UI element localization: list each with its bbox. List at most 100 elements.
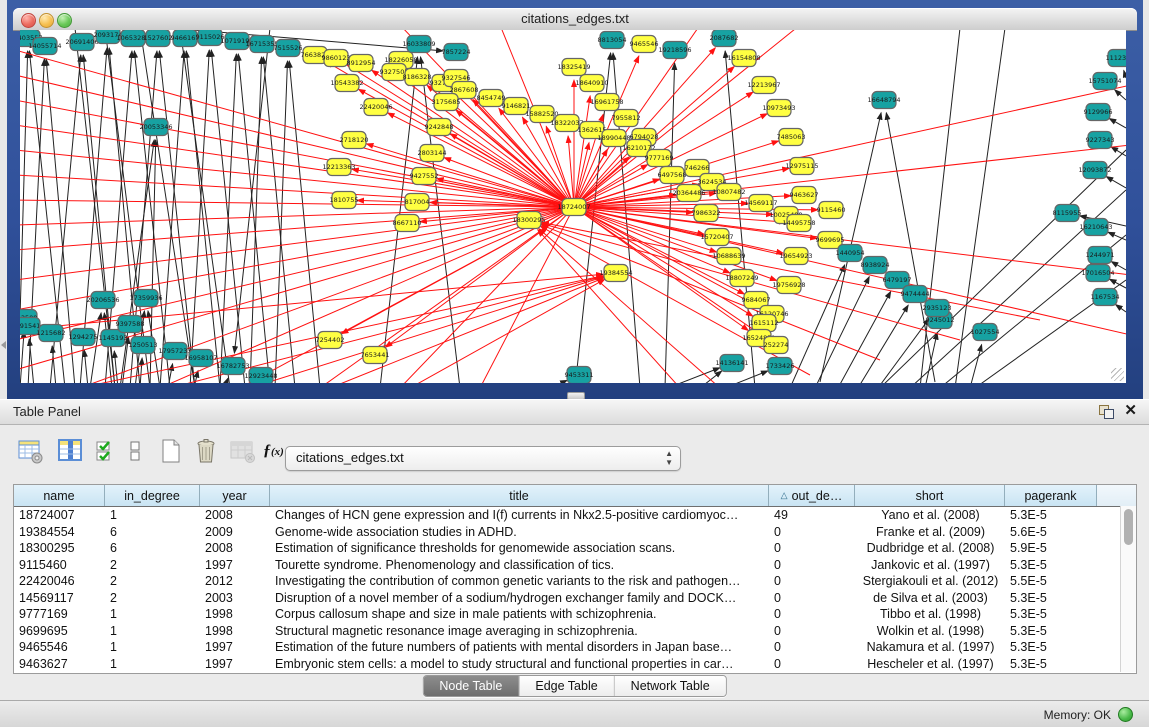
- table-row[interactable]: 1456911722003Disruption of a novel membe…: [14, 590, 1136, 607]
- table-cell[interactable]: Corpus callosum shape and size in male p…: [270, 606, 769, 623]
- table-cell[interactable]: 0: [769, 524, 855, 541]
- graph-node[interactable]: 7254402: [316, 332, 345, 349]
- graph-node[interactable]: 14136141: [715, 355, 748, 372]
- table-row[interactable]: 1938455462009Genome-wide association stu…: [14, 524, 1136, 541]
- table-cell[interactable]: 6: [105, 524, 200, 541]
- table-row[interactable]: 977716911998Corpus callosum shape and si…: [14, 606, 1136, 623]
- table-cell[interactable]: 2012: [200, 573, 270, 590]
- graph-node[interactable]: 1167534: [1091, 289, 1120, 306]
- graph-node[interactable]: 2935123: [923, 300, 952, 317]
- table-row[interactable]: 2242004622012Investigating the contribut…: [14, 573, 1136, 590]
- graph-node[interactable]: 17359936: [129, 290, 162, 307]
- graph-node[interactable]: 19654923: [779, 248, 812, 265]
- graph-node[interactable]: 2087682: [710, 30, 739, 47]
- graph-node[interactable]: 17016504: [1081, 265, 1114, 282]
- graph-node[interactable]: 15751074: [1088, 73, 1121, 90]
- table-cell[interactable]: 2003: [200, 590, 270, 607]
- graph-node[interactable]: 12213363: [322, 159, 355, 176]
- graph-node[interactable]: 10973493: [762, 100, 795, 117]
- graph-node[interactable]: 22420046: [359, 99, 392, 116]
- close-panel-icon[interactable]: ✕: [1124, 402, 1137, 420]
- table-cell[interactable]: Embryonic stem cells: a model to study s…: [270, 656, 769, 673]
- table-cell[interactable]: 0: [769, 656, 855, 673]
- graph-node[interactable]: 9777169: [645, 150, 674, 167]
- graph-node[interactable]: 1440954: [836, 245, 865, 262]
- table-cell[interactable]: Tourette syndrome. Phenomenology and cla…: [270, 557, 769, 574]
- table-cell[interactable]: 9777169: [14, 606, 105, 623]
- network-canvas[interactable]: 1872400776638229860123891295418226058932…: [20, 30, 1126, 383]
- column-header-year[interactable]: year: [200, 485, 270, 506]
- table-cell[interactable]: 14569117: [14, 590, 105, 607]
- new-table-icon[interactable]: [158, 437, 188, 467]
- table-cell[interactable]: Wolkin et al. (1998): [855, 623, 1005, 640]
- graph-node[interactable]: 12923448: [244, 368, 277, 384]
- table-cell[interactable]: 6: [105, 540, 200, 557]
- graph-node[interactable]: 16033809: [402, 36, 435, 53]
- column-header-short[interactable]: short: [855, 485, 1005, 506]
- graph-node[interactable]: 1027554: [971, 324, 1000, 341]
- table-cell[interactable]: 5.3E-5: [1005, 656, 1097, 673]
- table-cell[interactable]: 5.9E-5: [1005, 540, 1097, 557]
- table-cell[interactable]: Estimation of significance thresholds fo…: [270, 540, 769, 557]
- table-cell[interactable]: Structural magnetic resonance image aver…: [270, 623, 769, 640]
- table-cell[interactable]: 5.3E-5: [1005, 623, 1097, 640]
- table-cell[interactable]: Franke et al. (2009): [855, 524, 1005, 541]
- graph-node[interactable]: 18724007: [557, 199, 590, 216]
- network-window-titlebar[interactable]: citations_edges.txt: [13, 8, 1137, 31]
- graph-node[interactable]: 8115955: [1053, 205, 1082, 222]
- graph-node[interactable]: 14495758: [782, 215, 815, 232]
- graph-node[interactable]: 16958107: [184, 350, 217, 367]
- table-cell[interactable]: 1: [105, 606, 200, 623]
- table-cell[interactable]: 2008: [200, 540, 270, 557]
- graph-node[interactable]: 9427552: [410, 168, 439, 185]
- select-rows-icon[interactable]: [94, 437, 124, 467]
- graph-node[interactable]: 9227343: [1086, 132, 1115, 149]
- column-header-in_degree[interactable]: in_degree: [105, 485, 200, 506]
- tab-network-table[interactable]: Network Table: [615, 676, 726, 696]
- tab-node-table[interactable]: Node Table: [423, 676, 519, 696]
- table-cell[interactable]: Jankovic et al. (1997): [855, 557, 1005, 574]
- table-cell[interactable]: 5.3E-5: [1005, 507, 1097, 524]
- graph-node[interactable]: 7955812: [612, 110, 641, 127]
- table-row[interactable]: 1872400712008Changes of HCN gene express…: [14, 507, 1136, 524]
- float-panel-icon[interactable]: [1099, 405, 1113, 418]
- graph-node[interactable]: 18807249: [725, 270, 758, 287]
- graph-node[interactable]: 1250513: [129, 337, 158, 354]
- graph-node[interactable]: 12975115: [785, 158, 818, 175]
- column-visibility-icon[interactable]: [57, 437, 87, 467]
- network-window[interactable]: citations_edges.txt 18724007766382298601…: [13, 8, 1137, 391]
- table-cell[interactable]: Estimation of the future numbers of pati…: [270, 639, 769, 656]
- table-cell[interactable]: 0: [769, 606, 855, 623]
- table-cell[interactable]: 9463627: [14, 656, 105, 673]
- graph-node[interactable]: 817004: [405, 194, 430, 211]
- table-cell[interactable]: 9115460: [14, 557, 105, 574]
- table-cell[interactable]: 9465546: [14, 639, 105, 656]
- table-row[interactable]: 911546021997Tourette syndrome. Phenomeno…: [14, 557, 1136, 574]
- row-height-icon[interactable]: [126, 437, 156, 467]
- graph-node[interactable]: 3175685: [432, 94, 461, 111]
- graph-node[interactable]: 9463627: [790, 187, 819, 204]
- table-cell[interactable]: 19384554: [14, 524, 105, 541]
- table-cell[interactable]: 5.3E-5: [1005, 606, 1097, 623]
- table-cell[interactable]: 5.3E-5: [1005, 639, 1097, 656]
- splitter-collapse-icon[interactable]: [1, 341, 6, 349]
- table-cell[interactable]: Hescheler et al. (1997): [855, 656, 1005, 673]
- table-cell[interactable]: 2: [105, 590, 200, 607]
- table-cell[interactable]: Genome-wide association studies in ADHD.: [270, 524, 769, 541]
- table-cell[interactable]: Yano et al. (2008): [855, 507, 1005, 524]
- table-cell[interactable]: 5.3E-5: [1005, 590, 1097, 607]
- graph-node[interactable]: 18640910: [575, 75, 608, 92]
- graph-node[interactable]: 6497568: [658, 167, 687, 184]
- table-cell[interactable]: 18300295: [14, 540, 105, 557]
- graph-node[interactable]: 9397588: [116, 316, 145, 333]
- graph-node[interactable]: 14569117: [744, 195, 777, 212]
- table-cell[interactable]: 1997: [200, 557, 270, 574]
- graph-node[interactable]: 8186328: [403, 69, 432, 86]
- table-cell[interactable]: 5.5E-5: [1005, 573, 1097, 590]
- table-cell[interactable]: de Silva et al. (2003): [855, 590, 1005, 607]
- table-row[interactable]: 969969511998Structural magnetic resonanc…: [14, 623, 1136, 640]
- table-cell[interactable]: 18724007: [14, 507, 105, 524]
- graph-node[interactable]: 15720407: [700, 229, 733, 246]
- delete-rows-icon[interactable]: [193, 437, 223, 467]
- graph-node[interactable]: 9453311: [565, 367, 594, 384]
